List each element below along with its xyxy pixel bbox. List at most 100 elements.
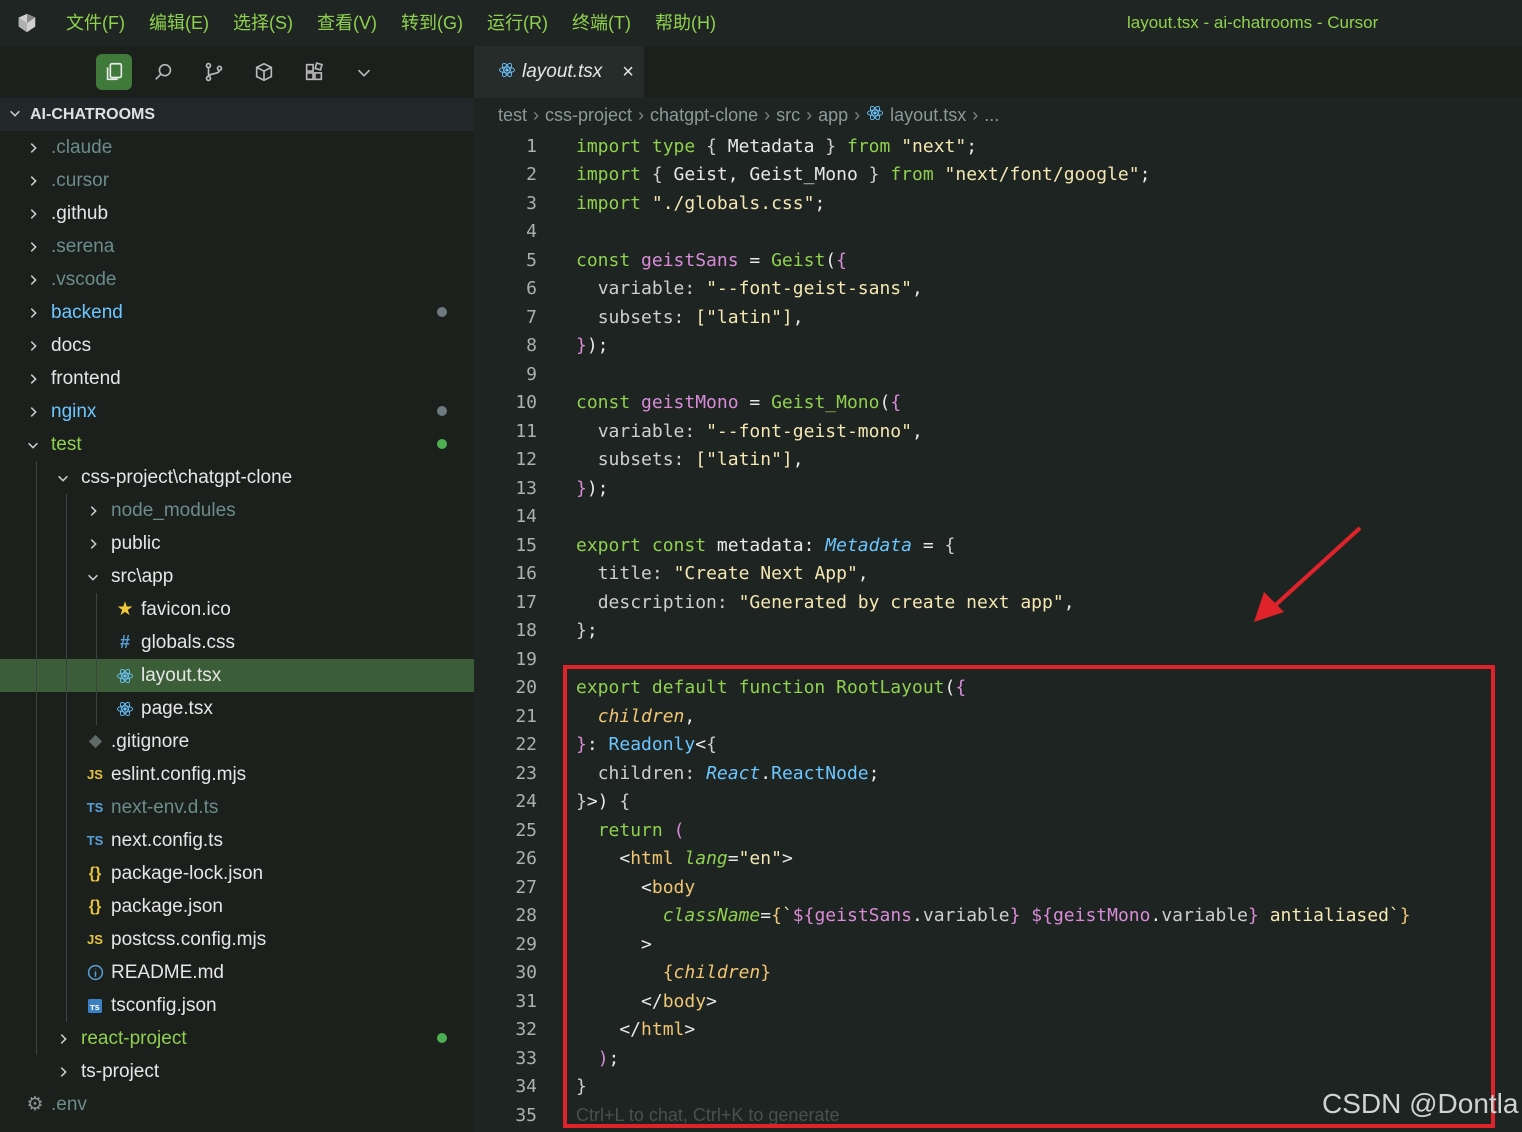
extensions-grid-icon[interactable] [296, 54, 332, 90]
code-line[interactable]: 9 [474, 360, 1522, 389]
code-line[interactable]: 25 return ( [474, 816, 1522, 845]
code-line[interactable]: 6 variable: "--font-geist-sans", [474, 275, 1522, 304]
breadcrumb-item[interactable]: app [818, 105, 848, 126]
code-editor[interactable]: 1 import type { Metadata } from "next"; 2 i… [474, 132, 1522, 1132]
code-text: }: Readonly<{ [576, 734, 717, 756]
code-line[interactable]: 12 subsets: ["latin"], [474, 446, 1522, 475]
breadcrumb-item[interactable]: src [776, 105, 800, 126]
file-item[interactable]: layout.tsx [0, 659, 474, 692]
code-line[interactable]: 15 export const metadata: Metadata = { [474, 531, 1522, 560]
code-line[interactable]: 13}); [474, 474, 1522, 503]
folder-item[interactable]: nginx [0, 395, 474, 428]
tab-layout-tsx[interactable]: layout.tsx × [474, 46, 644, 98]
folder-item[interactable]: .serena [0, 230, 474, 263]
file-item[interactable]: {} package.json [0, 890, 474, 923]
menu-item[interactable]: 终端(T) [560, 0, 643, 46]
code-line[interactable]: 27 <body [474, 873, 1522, 902]
code-line[interactable]: 24}>) { [474, 788, 1522, 817]
json-icon: {} [88, 864, 102, 882]
menu-item[interactable]: 转到(G) [389, 0, 475, 46]
chevron-down-icon[interactable] [346, 54, 382, 90]
folder-item[interactable]: node_modules [0, 494, 474, 527]
file-item[interactable]: ⚙ .env [0, 1088, 474, 1121]
extensions-cube-icon[interactable] [246, 54, 282, 90]
code-line[interactable]: 23 children: React.ReactNode; [474, 759, 1522, 788]
code-line[interactable]: 5 const geistSans = Geist({ [474, 246, 1522, 275]
file-item[interactable]: {} package-lock.json [0, 857, 474, 890]
file-item[interactable]: TS tsconfig.json [0, 989, 474, 1022]
folder-item[interactable]: .claude [0, 131, 474, 164]
menu-item[interactable]: 运行(R) [475, 0, 560, 46]
code-line[interactable]: 18}; [474, 617, 1522, 646]
indent-guide [36, 461, 37, 1055]
tree-item-label: .github [51, 202, 109, 224]
code-line[interactable]: 11 variable: "--font-geist-mono", [474, 417, 1522, 446]
code-line[interactable]: 2 import { Geist, Geist_Mono } from "next… [474, 161, 1522, 190]
file-item[interactable]: TS next-env.d.ts [0, 791, 474, 824]
file-item[interactable]: JS eslint.config.mjs [0, 758, 474, 791]
chevron-right-icon: › [854, 104, 861, 125]
breadcrumb: test › css-project › chatgpt-clone › src › app › l… [474, 98, 1522, 132]
folder-item[interactable]: test [0, 428, 474, 461]
folder-item[interactable]: .github [0, 197, 474, 230]
code-text: const geistMono = Geist_Mono({ [576, 392, 902, 414]
source-control-icon[interactable] [196, 54, 232, 90]
folder-item[interactable]: .cursor [0, 164, 474, 197]
code-line[interactable]: 14 [474, 503, 1522, 532]
file-item[interactable]: .gitignore [0, 725, 474, 758]
code-line[interactable]: 22}: Readonly<{ [474, 731, 1522, 760]
code-line[interactable]: 26 <html lang="en"> [474, 845, 1522, 874]
code-line[interactable]: 33 ); [474, 1044, 1522, 1073]
modified-dot-icon [437, 439, 447, 449]
breadcrumb-item[interactable]: chatgpt-clone [650, 105, 758, 126]
code-line[interactable]: 30 {children} [474, 959, 1522, 988]
search-icon[interactable] [146, 54, 182, 90]
code-line[interactable]: 31 </body> [474, 987, 1522, 1016]
folder-item[interactable]: src\app [0, 560, 474, 593]
folder-item[interactable]: react-project [0, 1022, 474, 1055]
code-line[interactable]: 1 import type { Metadata } from "next"; [474, 132, 1522, 161]
code-line[interactable]: 16 title: "Create Next App", [474, 560, 1522, 589]
code-line[interactable]: 3 import "./globals.css"; [474, 189, 1522, 218]
file-item[interactable]: # globals.css [0, 626, 474, 659]
folder-item[interactable]: public [0, 527, 474, 560]
menu-item[interactable]: 编辑(E) [137, 0, 221, 46]
menu-item[interactable]: 选择(S) [221, 0, 305, 46]
breadcrumb-item[interactable]: ... [984, 105, 999, 126]
file-item[interactable]: README.md [0, 956, 474, 989]
tree-item-label: .cursor [51, 169, 110, 191]
file-item[interactable]: page.tsx [0, 692, 474, 725]
files-icon[interactable] [96, 54, 132, 90]
menu-item[interactable]: 查看(V) [305, 0, 389, 46]
breadcrumb-item[interactable]: css-project [545, 105, 632, 126]
folder-item[interactable]: css-project\chatgpt-clone [0, 461, 474, 494]
file-item[interactable]: ★ favicon.ico [0, 593, 474, 626]
file-item[interactable]: TS next.config.ts [0, 824, 474, 857]
folder-item[interactable]: backend [0, 296, 474, 329]
menu-item[interactable]: 帮助(H) [643, 0, 728, 46]
close-icon[interactable]: × [622, 61, 634, 84]
code-line[interactable]: 8}); [474, 332, 1522, 361]
code-line[interactable]: 10 const geistMono = Geist_Mono({ [474, 389, 1522, 418]
folder-item[interactable]: ts-project [0, 1055, 474, 1088]
code-line[interactable]: 4 [474, 218, 1522, 247]
code-text: description: "Generated by create next a… [597, 591, 1075, 613]
explorer-header[interactable]: AI-CHATROOMS [0, 98, 474, 131]
modified-dot-icon [437, 1033, 447, 1043]
code-line[interactable]: 17 description: "Generated by create nex… [474, 588, 1522, 617]
code-line[interactable]: 21 children, [474, 702, 1522, 731]
code-line[interactable]: 7 subsets: ["latin"], [474, 303, 1522, 332]
menu-item[interactable]: 文件(F) [54, 0, 137, 46]
code-line[interactable]: 29 > [474, 930, 1522, 959]
breadcrumb-item[interactable]: layout.tsx [890, 105, 966, 126]
code-line[interactable]: 32 </html> [474, 1016, 1522, 1045]
breadcrumb-item[interactable]: test [498, 105, 527, 126]
folder-item[interactable]: frontend [0, 362, 474, 395]
code-line[interactable]: 20 export default function RootLayout({ [474, 674, 1522, 703]
folder-item[interactable]: docs [0, 329, 474, 362]
code-line[interactable]: 28 className={`${geistSans.variable} ${g… [474, 902, 1522, 931]
cursor-logo-icon[interactable] [0, 0, 54, 46]
file-item[interactable]: JS postcss.config.mjs [0, 923, 474, 956]
code-line[interactable]: 19 [474, 645, 1522, 674]
folder-item[interactable]: .vscode [0, 263, 474, 296]
